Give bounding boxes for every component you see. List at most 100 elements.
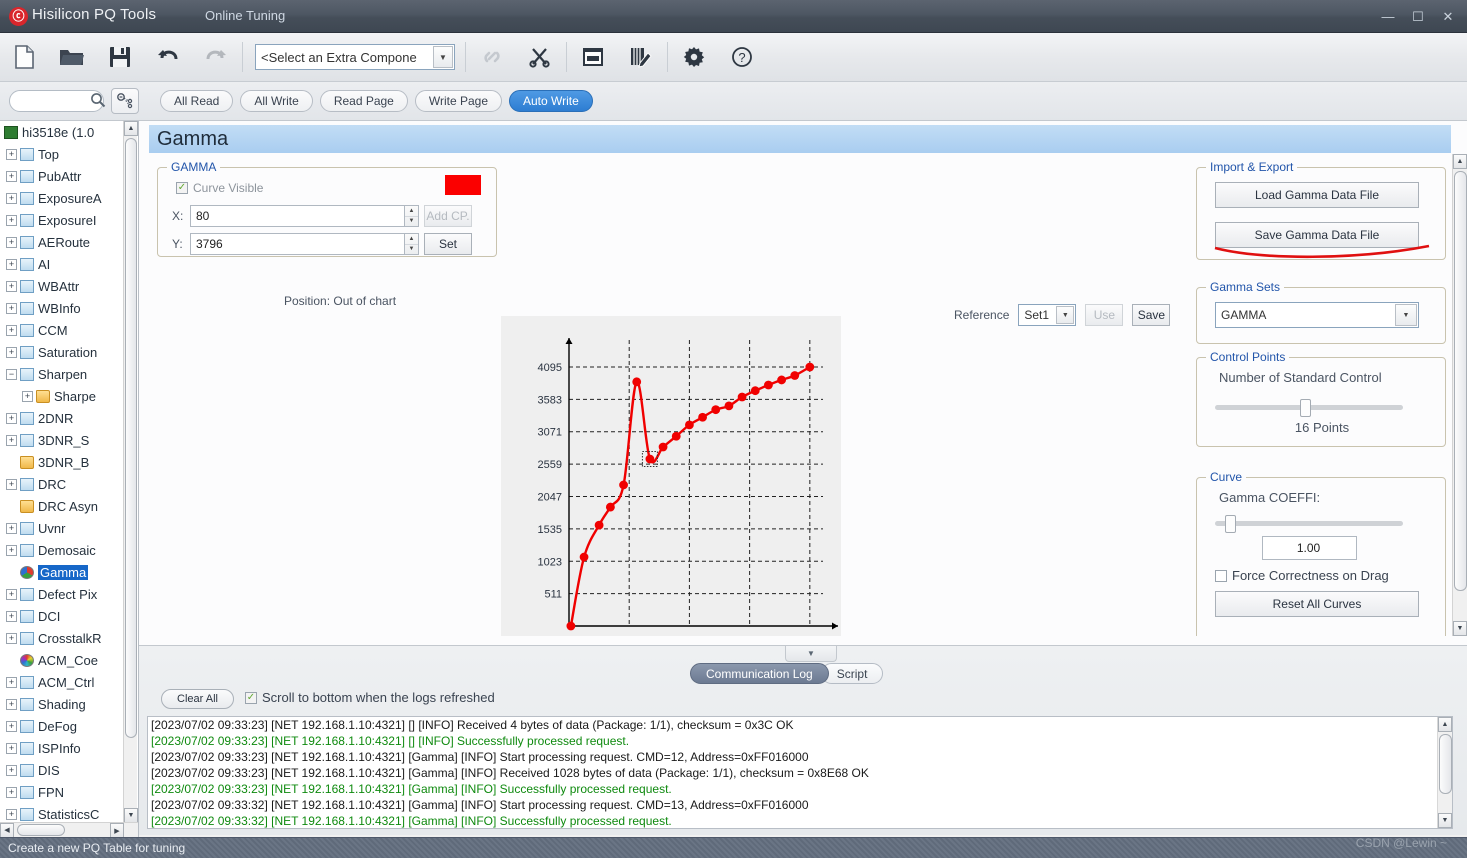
chevron-down-icon[interactable]: ▼ bbox=[1056, 306, 1075, 324]
tree-item-exposurei[interactable]: + ExposureI bbox=[0, 209, 124, 231]
expand-icon[interactable]: + bbox=[6, 588, 17, 600]
scroll-down-icon[interactable]: ▼ bbox=[1453, 621, 1467, 636]
expand-icon[interactable]: + bbox=[6, 544, 17, 556]
set-button[interactable]: Set bbox=[424, 233, 472, 255]
close-icon[interactable]: ✕ bbox=[1433, 0, 1463, 33]
x-stepper[interactable]: ▲ ▼ bbox=[405, 205, 419, 227]
expand-icon[interactable]: + bbox=[22, 390, 33, 402]
button-read-page[interactable]: Read Page bbox=[319, 90, 408, 112]
log-vertical-scrollbar[interactable]: ▲ ▼ bbox=[1437, 717, 1452, 828]
expand-icon[interactable]: + bbox=[6, 148, 17, 160]
force-correctness-checkbox[interactable]: ✓ Force Correctness on Drag bbox=[1215, 568, 1389, 583]
scroll-up-icon[interactable]: ▲ bbox=[1438, 717, 1452, 732]
tree-item-crosstalkr[interactable]: + CrosstalkR bbox=[0, 627, 124, 649]
tree-item-aeroute[interactable]: + AERoute bbox=[0, 231, 124, 253]
tree-item-statisticsc[interactable]: + StatisticsC bbox=[0, 803, 124, 823]
expand-icon[interactable]: + bbox=[6, 786, 17, 798]
new-file-icon[interactable] bbox=[0, 37, 48, 77]
y-input[interactable] bbox=[190, 233, 405, 255]
curve-visible-checkbox[interactable]: ✓ Curve Visible bbox=[176, 181, 263, 195]
load-gamma-data-file-button[interactable]: Load Gamma Data File bbox=[1215, 182, 1419, 208]
tree-item-wbinfo[interactable]: + WBInfo bbox=[0, 297, 124, 319]
notepad-edit-icon[interactable] bbox=[617, 37, 665, 77]
tree-item-wbattr[interactable]: + WBAttr bbox=[0, 275, 124, 297]
expand-icon[interactable]: + bbox=[6, 192, 17, 204]
reset-all-curves-button[interactable]: Reset All Curves bbox=[1215, 591, 1419, 617]
tree-scroll-area[interactable]: hi3518e (1.0 + Top + PubAttr + ExposureA + Expos… bbox=[0, 121, 124, 823]
clear-all-button[interactable]: Clear All bbox=[161, 689, 234, 709]
gamma-coeffi-input[interactable] bbox=[1262, 536, 1357, 560]
minimize-icon[interactable]: — bbox=[1373, 0, 1403, 33]
scroll-down-icon[interactable]: ▼ bbox=[124, 808, 138, 823]
tree-root-node[interactable]: hi3518e (1.0 bbox=[0, 121, 124, 143]
tree-item-sharpen[interactable]: − Sharpen bbox=[0, 363, 124, 385]
dock-tab-communication-log[interactable]: Communication Log bbox=[690, 663, 829, 684]
tree-horizontal-scrollbar[interactable]: ◀ ▶ bbox=[0, 822, 138, 837]
tree-item-drc[interactable]: + DRC bbox=[0, 473, 124, 495]
tree-item-2dnr[interactable]: +2DNR bbox=[0, 407, 124, 429]
reference-set-select[interactable]: Set1 ▼ bbox=[1018, 304, 1077, 326]
tree-item-ispinfo[interactable]: + ISPInfo bbox=[0, 737, 124, 759]
button-write-page[interactable]: Write Page bbox=[414, 90, 502, 112]
log-scroll-thumb[interactable] bbox=[1439, 734, 1452, 794]
expand-icon[interactable]: + bbox=[6, 676, 17, 688]
open-folder-icon[interactable] bbox=[48, 37, 96, 77]
expand-icon[interactable]: + bbox=[6, 632, 17, 644]
expand-icon[interactable]: + bbox=[6, 280, 17, 292]
maximize-icon[interactable]: ☐ bbox=[1403, 0, 1433, 33]
chart-svg[interactable]: 511 1023 1535 2047 2559 3071 3583 4095 0 64 128 192… bbox=[501, 316, 841, 636]
dock-tab-script[interactable]: Script bbox=[820, 663, 884, 684]
search-input[interactable] bbox=[18, 93, 88, 109]
chevron-down-icon[interactable]: ▼ bbox=[1395, 304, 1417, 326]
search-box[interactable] bbox=[9, 90, 106, 112]
tree-item-demosaic[interactable]: + Demosaic bbox=[0, 539, 124, 561]
tree-item-shading[interactable]: + Shading bbox=[0, 693, 124, 715]
gamma-set-select[interactable]: GAMMA ▼ bbox=[1215, 302, 1419, 328]
tree-item-gamma[interactable]: Gamma bbox=[0, 561, 124, 583]
expand-icon[interactable]: + bbox=[6, 720, 17, 732]
gamma-coeffi-slider-thumb[interactable] bbox=[1225, 515, 1237, 533]
gamma-coeffi-slider[interactable] bbox=[1215, 515, 1403, 533]
help-icon[interactable]: ? bbox=[718, 37, 766, 77]
dock-collapse-icon[interactable]: ▼ bbox=[785, 646, 837, 662]
content-vertical-scrollbar[interactable]: ▲ ▼ bbox=[1452, 154, 1467, 636]
tree-item-fpn[interactable]: + FPN bbox=[0, 781, 124, 803]
save-reference-button[interactable]: Save bbox=[1132, 304, 1171, 326]
tree-scroll-thumb[interactable] bbox=[125, 138, 137, 738]
tree-item-acm-ctrl[interactable]: + ACM_Ctrl bbox=[0, 671, 124, 693]
extra-component-select[interactable]: <Select an Extra Compone ▼ bbox=[255, 44, 455, 70]
save-icon[interactable] bbox=[96, 37, 144, 77]
expand-icon[interactable]: + bbox=[6, 412, 17, 424]
expand-icon[interactable]: + bbox=[6, 698, 17, 710]
tree-item-drc-asyn[interactable]: DRC Asyn bbox=[0, 495, 124, 517]
undo-icon[interactable] bbox=[144, 37, 192, 77]
tree-filter-icon[interactable] bbox=[111, 88, 139, 114]
expand-icon[interactable]: + bbox=[6, 522, 17, 534]
scroll-up-icon[interactable]: ▲ bbox=[124, 121, 138, 136]
tree-item-ai[interactable]: + AI bbox=[0, 253, 124, 275]
communication-log-box[interactable]: [2023/07/02 09:33:23] [NET 192.168.1.10:… bbox=[147, 716, 1453, 829]
tree-item-3dnr-b[interactable]: 3DNR_B bbox=[0, 451, 124, 473]
control-points-slider[interactable] bbox=[1215, 399, 1403, 417]
online-tuning-tab[interactable]: Online Tuning bbox=[205, 8, 285, 23]
tree-item-3dnr-s[interactable]: +3DNR_S bbox=[0, 429, 124, 451]
button-all-read[interactable]: All Read bbox=[160, 90, 234, 112]
gamma-curve-chart[interactable]: 511 1023 1535 2047 2559 3071 3583 4095 0 64 128 192… bbox=[501, 316, 841, 636]
tree-hscroll-thumb[interactable] bbox=[17, 824, 65, 836]
expand-icon[interactable]: + bbox=[6, 214, 17, 226]
button-all-write[interactable]: All Write bbox=[240, 90, 313, 112]
expand-icon[interactable]: + bbox=[6, 808, 17, 820]
tree-item-dis[interactable]: + DIS bbox=[0, 759, 124, 781]
collapse-icon[interactable]: − bbox=[6, 368, 17, 380]
expand-icon[interactable]: + bbox=[6, 302, 17, 314]
chevron-down-icon[interactable]: ▼ bbox=[433, 46, 453, 68]
tree-item-uvnr[interactable]: + Uvnr bbox=[0, 517, 124, 539]
tree-item-defog[interactable]: + DeFog bbox=[0, 715, 124, 737]
control-points-slider-thumb[interactable] bbox=[1300, 399, 1312, 417]
cut-icon[interactable] bbox=[516, 37, 564, 77]
x-input[interactable] bbox=[190, 205, 405, 227]
expand-icon[interactable]: + bbox=[6, 610, 17, 622]
tree-item-defect-pix[interactable]: + Defect Pix bbox=[0, 583, 124, 605]
expand-icon[interactable]: + bbox=[6, 258, 17, 270]
tree-item-exposurea[interactable]: + ExposureA bbox=[0, 187, 124, 209]
